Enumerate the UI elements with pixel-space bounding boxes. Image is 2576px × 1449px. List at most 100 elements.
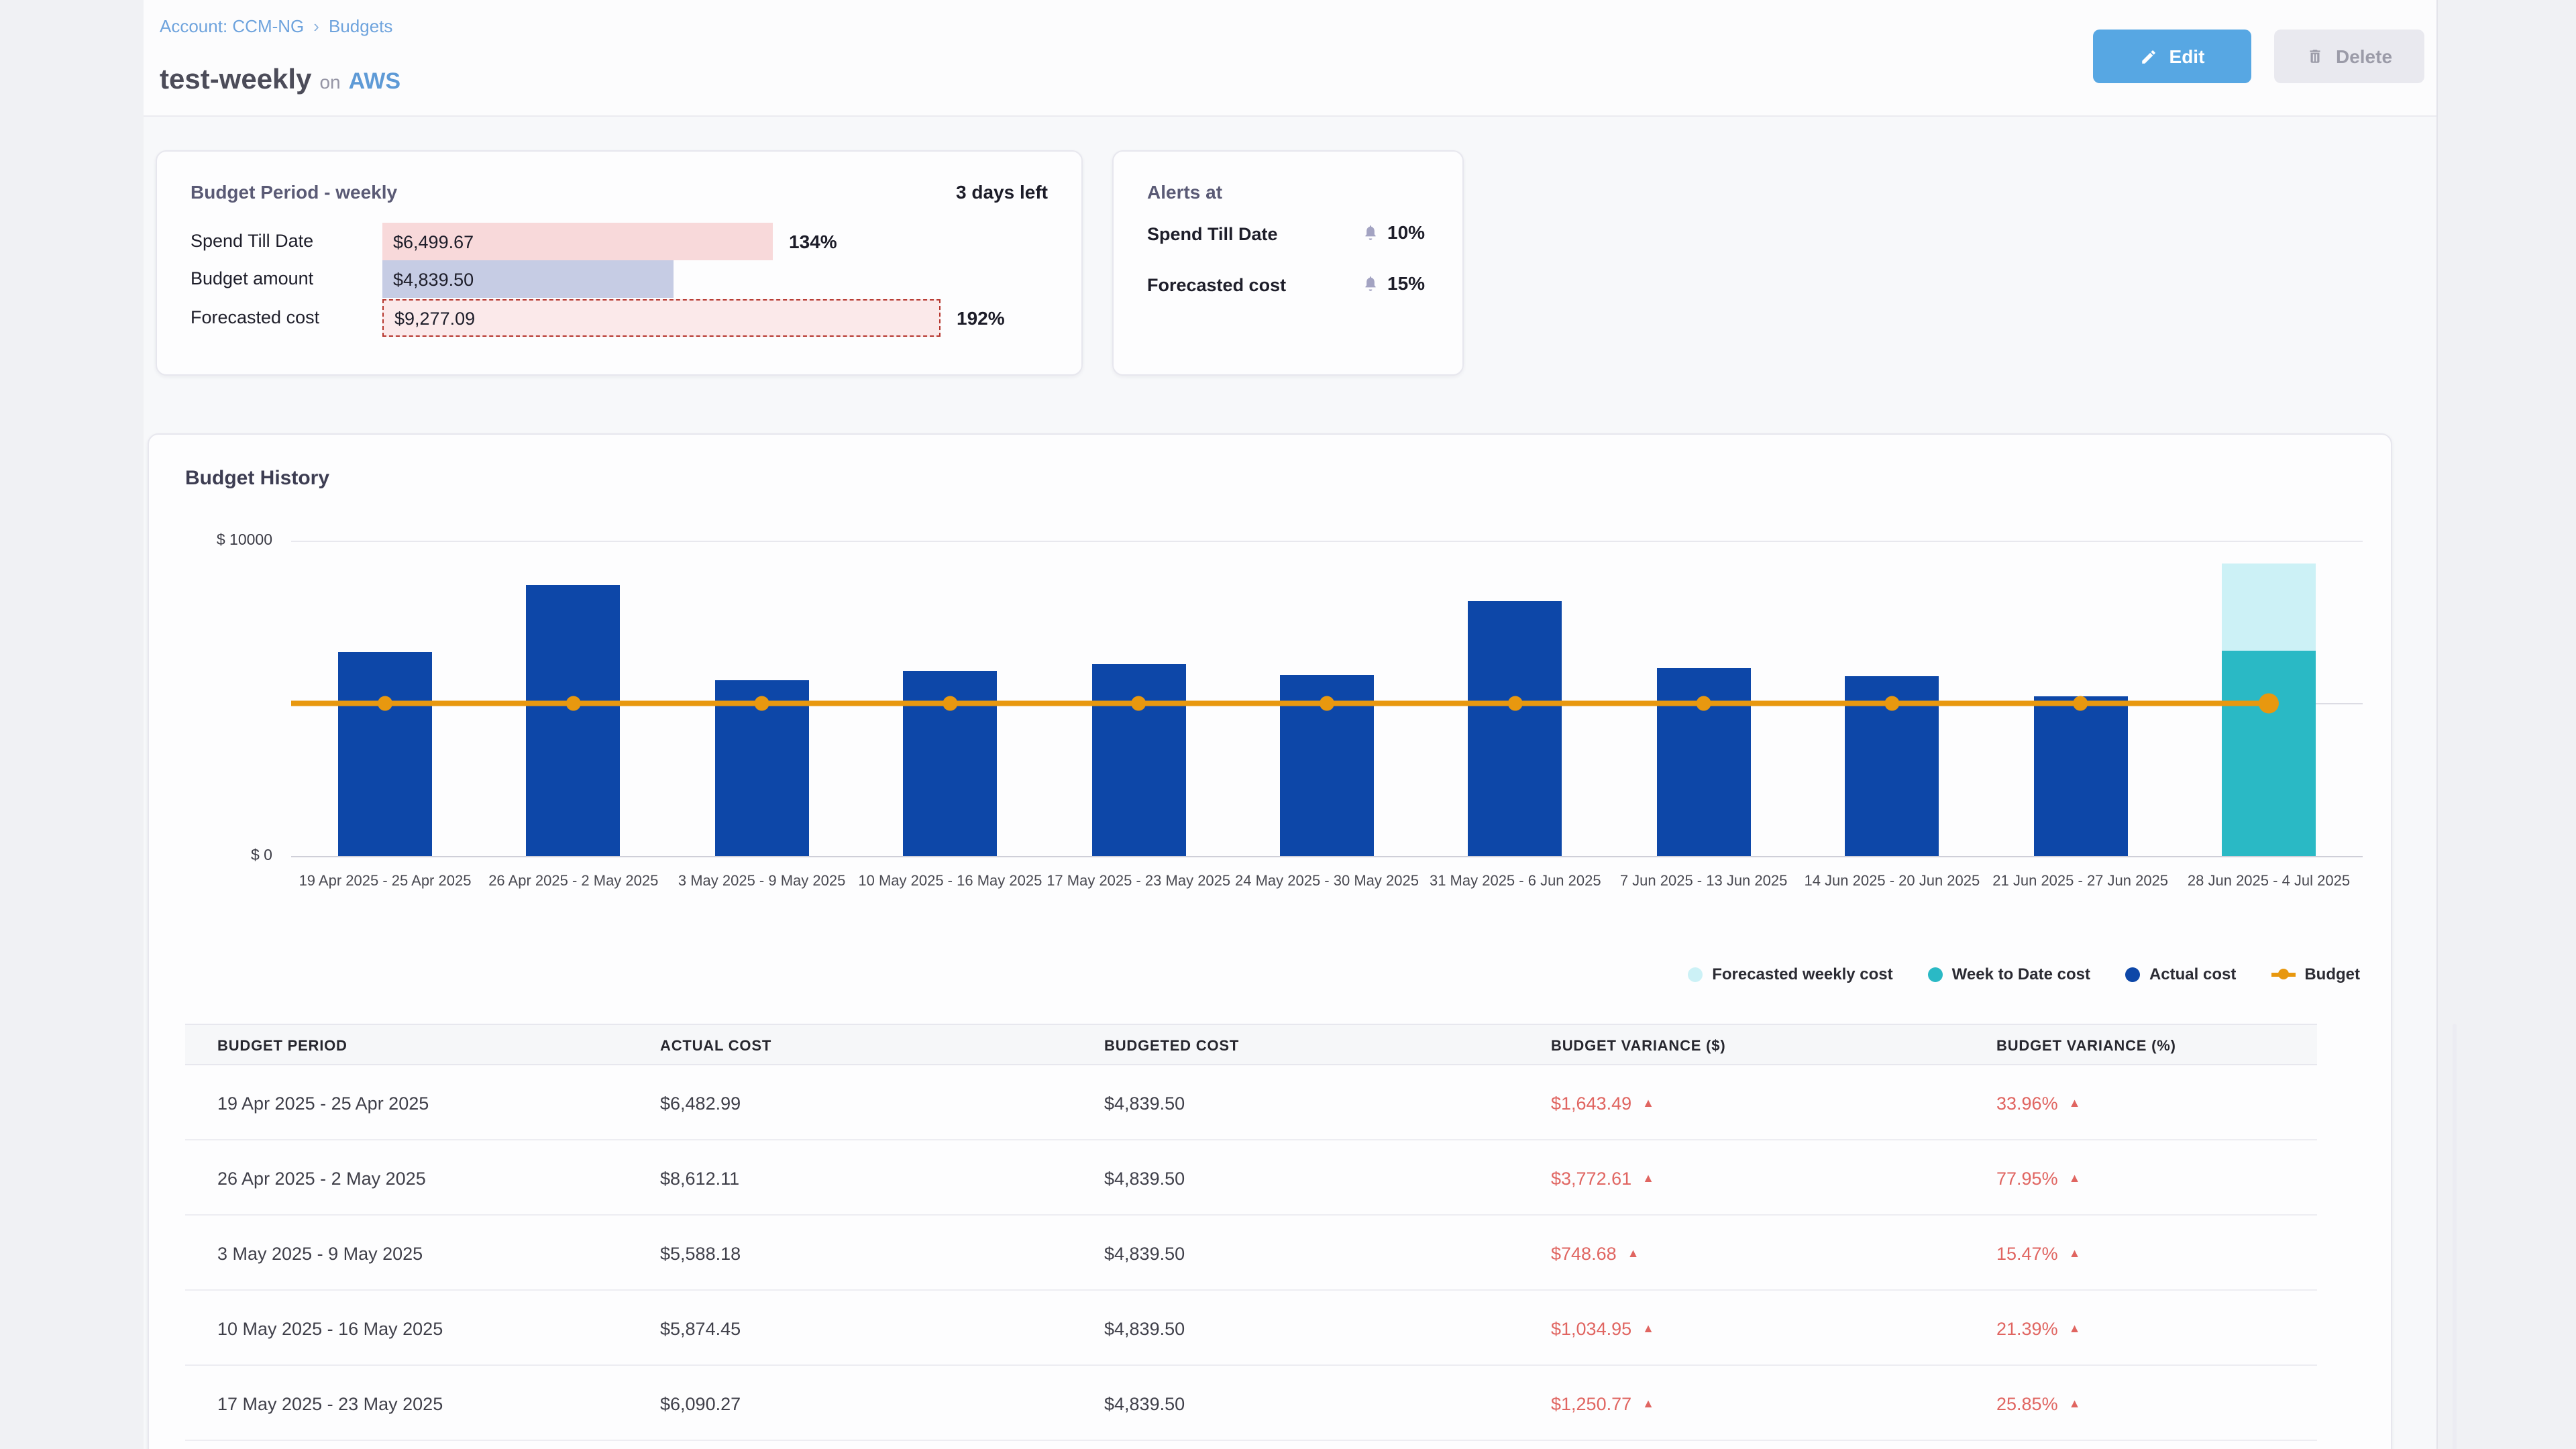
legend-item[interactable]: Actual cost bbox=[2125, 965, 2236, 983]
budget-period-row-label: Budget amount bbox=[191, 268, 313, 288]
table-cell: $6,482.99 bbox=[660, 1065, 741, 1140]
variance-up-icon: ▲ bbox=[1627, 1247, 1640, 1259]
bell-icon bbox=[1362, 223, 1379, 241]
chart-gridline bbox=[291, 541, 2363, 542]
table-row: 19 Apr 2025 - 25 Apr 2025$6,482.99$4,839… bbox=[185, 1065, 2317, 1140]
budget-period-row-label: Spend Till Date bbox=[191, 231, 313, 251]
main-panel: Account: CCM-NG›Budgets test-weeklyonAWS… bbox=[144, 0, 2438, 1449]
variance-cell: 77.95%▲ bbox=[1996, 1140, 2080, 1216]
table-header-row: BUDGET PERIODACTUAL COSTBUDGETED COSTBUD… bbox=[185, 1024, 2317, 1065]
budget-detail-page: Account: CCM-NG›Budgets test-weeklyonAWS… bbox=[0, 0, 2576, 1449]
cloud-provider-label: AWS bbox=[349, 68, 400, 94]
x-axis-label: 7 Jun 2025 - 13 Jun 2025 bbox=[1610, 872, 1798, 892]
legend-label: Week to Date cost bbox=[1952, 965, 2090, 983]
delete-button-label: Delete bbox=[2336, 46, 2392, 67]
actual-cost-bar bbox=[1657, 668, 1751, 856]
budget-period-bar-value: $9,277.09 bbox=[384, 308, 475, 328]
budget-period-card-title: Budget Period - weekly bbox=[191, 181, 397, 203]
table-cell: $4,839.50 bbox=[1104, 1140, 1185, 1216]
table-cell: $8,612.11 bbox=[660, 1140, 739, 1216]
alert-row-value: 10% bbox=[1362, 221, 1425, 243]
breadcrumb-budgets-link[interactable]: Budgets bbox=[329, 16, 392, 36]
table-header-cell: BUDGET VARIANCE ($) bbox=[1551, 1025, 1725, 1067]
table-cell: $4,839.50 bbox=[1104, 1065, 1185, 1140]
actual-cost-bar bbox=[903, 671, 997, 856]
variance-up-icon: ▲ bbox=[1642, 1322, 1654, 1334]
variance-cell: $1,250.77▲ bbox=[1551, 1366, 1654, 1441]
table-header-cell: BUDGET VARIANCE (%) bbox=[1996, 1025, 2176, 1067]
legend-label: Budget bbox=[2304, 965, 2360, 983]
variance-up-icon: ▲ bbox=[1642, 1172, 1654, 1184]
days-left-label: 3 days left bbox=[956, 181, 1048, 203]
edit-button-label: Edit bbox=[2169, 46, 2205, 67]
delete-button[interactable]: Delete bbox=[2274, 30, 2424, 83]
x-axis-label: 31 May 2025 - 6 Jun 2025 bbox=[1421, 872, 1609, 892]
budget-period-percent: 192% bbox=[957, 307, 1005, 329]
actual-cost-bar bbox=[338, 651, 432, 856]
variance-up-icon: ▲ bbox=[2069, 1097, 2081, 1109]
actual-cost-bar bbox=[1091, 664, 1185, 856]
table-row: 10 May 2025 - 16 May 2025$5,874.45$4,839… bbox=[185, 1291, 2317, 1366]
breadcrumb-separator-icon: › bbox=[313, 16, 319, 36]
alert-row-label: Forecasted cost bbox=[1147, 275, 1286, 295]
table-row: 17 May 2025 - 23 May 2025$6,090.27$4,839… bbox=[185, 1366, 2317, 1441]
table-header-cell: BUDGETED COST bbox=[1104, 1025, 1239, 1067]
legend-marker-icon bbox=[2271, 972, 2295, 976]
alerts-card: Alerts at Spend Till Date 10% Forecasted c… bbox=[1112, 150, 1464, 376]
alert-row-label: Spend Till Date bbox=[1147, 224, 1278, 244]
table-cell: 17 May 2025 - 23 May 2025 bbox=[217, 1366, 443, 1441]
page-header: Account: CCM-NG›Budgets test-weeklyonAWS… bbox=[144, 0, 2436, 117]
variance-up-icon: ▲ bbox=[2069, 1172, 2081, 1184]
table-row: 26 Apr 2025 - 2 May 2025$8,612.11$4,839.… bbox=[185, 1140, 2317, 1216]
legend-item[interactable]: Forecasted weekly cost bbox=[1688, 965, 1892, 983]
table-cell: $4,839.50 bbox=[1104, 1291, 1185, 1366]
x-axis-label: 10 May 2025 - 16 May 2025 bbox=[856, 872, 1044, 892]
variance-cell: $3,772.61▲ bbox=[1551, 1140, 1654, 1216]
budget-period-card: Budget Period - weekly 3 days left Spend… bbox=[156, 150, 1083, 376]
variance-up-icon: ▲ bbox=[2069, 1247, 2081, 1259]
budget-period-bar-budget: $4,839.50 bbox=[382, 260, 674, 298]
trash-icon bbox=[2306, 47, 2324, 66]
actual-cost-bar bbox=[1845, 676, 1939, 856]
alerts-card-title: Alerts at bbox=[1147, 181, 1222, 203]
legend-marker-icon bbox=[1688, 967, 1703, 981]
actual-cost-bar bbox=[1280, 675, 1374, 856]
breadcrumb-account-link[interactable]: Account: CCM-NG bbox=[160, 16, 304, 36]
actual-cost-bar bbox=[1468, 601, 1562, 856]
budget-history-card: Budget History $ 10000$ 019 Apr 2025 - 2… bbox=[148, 433, 2392, 1449]
y-axis-label: $ 10000 bbox=[192, 533, 272, 549]
x-axis-label: 26 Apr 2025 - 2 May 2025 bbox=[480, 872, 667, 892]
legend-label: Actual cost bbox=[2149, 965, 2236, 983]
actual-cost-bar bbox=[715, 680, 809, 856]
legend-item[interactable]: Budget bbox=[2271, 965, 2360, 983]
actual-cost-bar bbox=[2033, 696, 2127, 856]
legend-label: Forecasted weekly cost bbox=[1712, 965, 1892, 983]
bell-icon bbox=[1362, 274, 1379, 292]
x-axis-label: 19 Apr 2025 - 25 Apr 2025 bbox=[291, 872, 479, 892]
edit-button[interactable]: Edit bbox=[2093, 30, 2251, 83]
x-axis-label: 24 May 2025 - 30 May 2025 bbox=[1233, 872, 1421, 892]
legend-item[interactable]: Week to Date cost bbox=[1928, 965, 2090, 983]
chart-legend: Forecasted weekly cost Week to Date cost A… bbox=[1688, 965, 2360, 983]
variance-cell: $1,034.95▲ bbox=[1551, 1291, 1654, 1366]
chart-gridline bbox=[291, 856, 2363, 857]
variance-cell: 15.47%▲ bbox=[1996, 1216, 2080, 1291]
table-cell: $4,839.50 bbox=[1104, 1216, 1185, 1291]
table-cell: 3 May 2025 - 9 May 2025 bbox=[217, 1216, 423, 1291]
variance-up-icon: ▲ bbox=[1642, 1097, 1654, 1109]
table-cell: $6,090.27 bbox=[660, 1366, 741, 1441]
budget-period-bar-spend: $6,499.67 bbox=[382, 223, 773, 260]
pencil-icon bbox=[2140, 48, 2157, 65]
budget-history-chart: $ 10000$ 019 Apr 2025 - 25 Apr 202526 Ap… bbox=[149, 435, 2394, 1012]
budget-period-bar-value: $4,839.50 bbox=[382, 269, 474, 289]
budget-period-bar-value: $6,499.67 bbox=[382, 231, 474, 252]
table-cell: 10 May 2025 - 16 May 2025 bbox=[217, 1291, 443, 1366]
variance-cell: 25.85%▲ bbox=[1996, 1366, 2080, 1441]
table-scrollbar[interactable] bbox=[2453, 1024, 2457, 1449]
variance-up-icon: ▲ bbox=[2069, 1397, 2081, 1409]
budget-history-table: BUDGET PERIODACTUAL COSTBUDGETED COSTBUD… bbox=[185, 1024, 2317, 1441]
variance-cell: 33.96%▲ bbox=[1996, 1065, 2080, 1140]
budget-name: test-weekly bbox=[160, 64, 311, 95]
variance-cell: 21.39%▲ bbox=[1996, 1291, 2080, 1366]
budget-period-bar-forecast: $9,277.09 bbox=[382, 299, 941, 337]
